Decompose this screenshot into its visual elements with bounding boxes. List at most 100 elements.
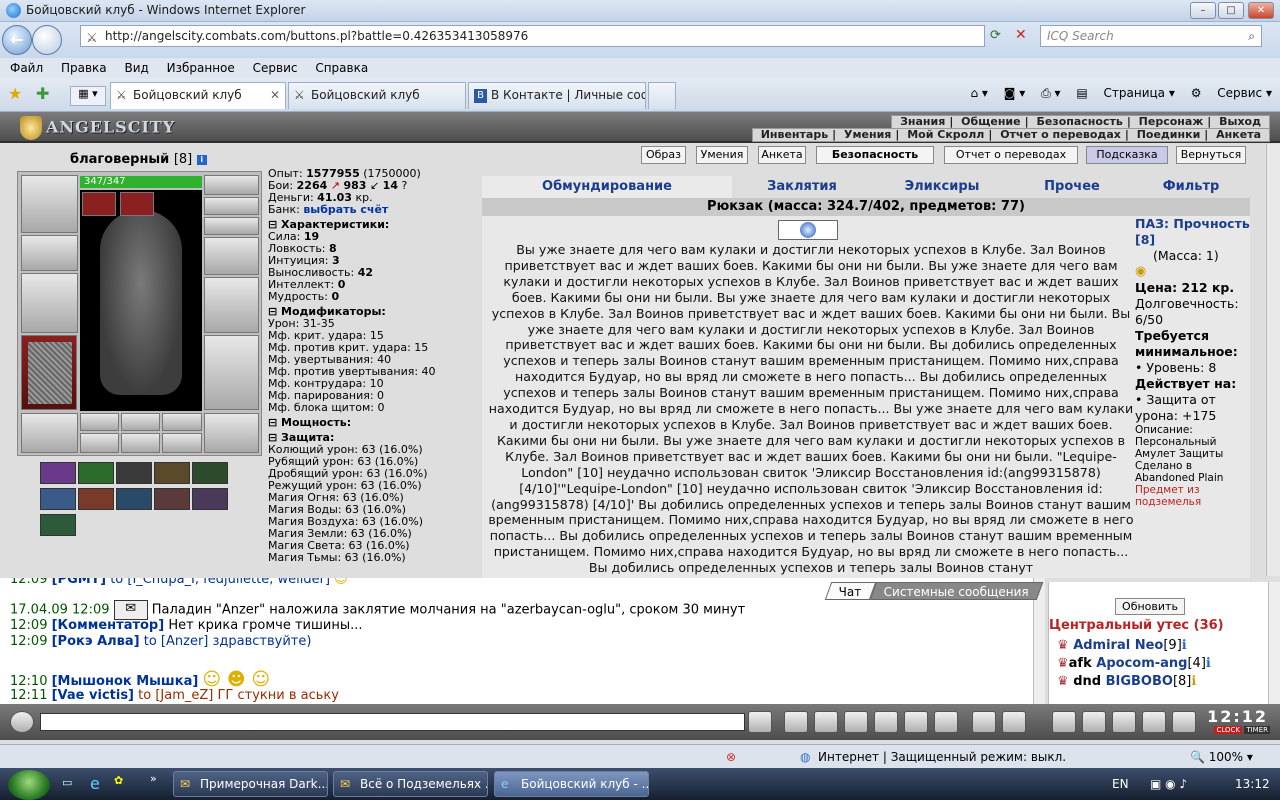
tab-vkontakte[interactable]: B В Контакте | Личные соо... [468,82,646,109]
rune-slot[interactable] [162,433,202,453]
hint-button[interactable]: Подсказка [1086,146,1168,164]
refresh-button[interactable]: Обновить [1115,598,1185,615]
buff-slot[interactable] [120,192,154,216]
show-desktop-icon[interactable]: ▭ [62,776,72,789]
tab-equipment[interactable]: Обмундирование [482,176,732,198]
minimize-button[interactable]: – [1190,2,1216,19]
tray-icons[interactable]: ▣ ◉ ♪ [1150,768,1187,800]
refresh-icon[interactable]: ⟳ [990,28,1001,43]
rings-slot[interactable] [204,217,259,235]
search-input[interactable]: ICQ Search ⌕ [1040,25,1262,47]
spell-icon[interactable] [154,488,190,510]
new-tab-button[interactable] [648,82,676,109]
bank-link[interactable]: выбрать счёт [303,203,388,216]
ie-quicklaunch-icon[interactable]: e [90,774,100,793]
spell-icon[interactable] [40,488,76,510]
language-indicator[interactable]: EN [1112,768,1129,800]
spell-icon[interactable] [154,462,190,484]
home-icon[interactable]: ⌂ ▾ [970,86,987,100]
rune-slot[interactable] [80,433,119,453]
user-row[interactable]: ♛afk Apocom-ang[4]ℹ [1057,656,1211,671]
shield-slot[interactable] [204,277,259,333]
spell-icon[interactable] [78,462,114,484]
tab-system-messages[interactable]: Системные сообщения [869,582,1044,600]
translit-icon[interactable] [904,711,928,733]
print-icon[interactable]: ⎙ ▾ [1041,86,1060,100]
chat-nick[interactable]: [PGMY] [52,578,106,587]
quick-tabs-icon[interactable]: ▦ ▾ [70,86,106,106]
menu-fights[interactable]: Поединки [1137,128,1201,141]
menu-security[interactable]: Безопасность [1036,115,1122,128]
belt-slot[interactable] [21,413,78,453]
menu-favorites[interactable]: Избранное [167,58,235,78]
close-window-button[interactable]: ✕ [1248,2,1274,19]
menu-edit[interactable]: Правка [61,58,107,78]
helmet-icon[interactable] [1002,711,1026,733]
spell-icon[interactable] [192,462,228,484]
info-icon[interactable]: ℹ [1182,638,1187,653]
task-button-active[interactable]: e Бойцовский клуб - ... [494,771,649,797]
chat-nick[interactable]: [Рокэ Алва] [52,634,140,649]
scroll-icon[interactable] [1082,711,1106,733]
maximize-button[interactable]: □ [1218,2,1244,19]
menu-view[interactable]: Вид [124,58,148,78]
favorites-star-icon[interactable]: ★ [8,84,22,103]
amulet-item-icon[interactable] [778,220,838,240]
battle-icon[interactable] [1112,711,1136,733]
info-icon[interactable]: ℹ [1206,656,1211,671]
menu-profile[interactable]: Анкета [1216,128,1261,141]
user-name[interactable]: Admiral Neo [1073,638,1163,653]
menu-transfer-report[interactable]: Отчет о переводах [1000,128,1121,141]
feeds-icon[interactable]: ◙ ▾ [1004,86,1025,100]
back-button[interactable]: ← [2,25,32,55]
spell-icon[interactable] [192,488,228,510]
menu-file[interactable]: Файл [10,58,43,78]
info-icon[interactable]: i [196,154,207,165]
tab-spells[interactable]: Заклятия [732,176,872,198]
page-scrollbar[interactable] [1266,144,1280,576]
menu-help[interactable]: Справка [315,58,368,78]
exit-icon[interactable] [1172,711,1196,733]
amulet-slot[interactable] [204,197,259,215]
user-name[interactable]: Apocom-ang [1096,656,1187,671]
menu-skills[interactable]: Умения [844,128,891,141]
menu-knowledge[interactable]: Знания [900,115,945,128]
tab-other[interactable]: Прочее [1012,176,1132,198]
chat-nick[interactable]: [Vae victis] [52,688,134,703]
chat-settings-icon[interactable] [10,711,34,733]
chat-input[interactable] [40,713,745,731]
image-button[interactable]: Образ [641,146,686,164]
zoom-level[interactable]: 🔍 100% ▾ [1190,745,1253,769]
spell-icon[interactable] [78,488,114,510]
helmet-slot[interactable] [21,175,78,233]
search-icon[interactable]: ⌕ [1248,26,1255,46]
tab-combats-1[interactable]: ⚔ Бойцовский клуб ✕ [110,82,286,109]
start-button[interactable] [8,770,50,800]
menu-communication[interactable]: Общение [961,115,1020,128]
user-row[interactable]: ♛ dnd BIGBOBO[8]ℹ [1057,674,1196,689]
bag-icon[interactable] [1052,711,1076,733]
return-button[interactable]: Вернуться [1176,146,1246,164]
earrings-slot[interactable] [204,175,259,195]
bracer-slot[interactable] [21,235,78,271]
menu-tools[interactable]: Сервис [253,58,298,78]
rune-slot[interactable] [162,413,202,431]
buff-slot[interactable] [82,192,116,216]
more-quicklaunch-icon[interactable]: » [150,772,157,785]
menu-character[interactable]: Персонаж [1139,115,1204,128]
spell-icon[interactable] [40,514,76,536]
spell-icon[interactable] [40,462,76,484]
boots-slot[interactable] [204,413,259,453]
filter-icon[interactable] [814,711,838,733]
section-power[interactable]: Мощность: [268,417,480,429]
rune-slot[interactable] [121,433,160,453]
close-tab-icon[interactable]: ✕ [270,83,280,108]
forward-button[interactable] [32,25,62,55]
weapon-slot[interactable] [21,273,78,333]
gloves-slot[interactable] [204,237,259,275]
page-menu[interactable]: ▤ Страница ▾ [1076,86,1175,100]
tab-elixirs[interactable]: Эликсиры [872,176,1012,198]
user-row[interactable]: ♛ Admiral Neo[9]ℹ [1057,638,1187,653]
rune-slot[interactable] [80,413,119,431]
send-icon[interactable] [748,711,772,733]
